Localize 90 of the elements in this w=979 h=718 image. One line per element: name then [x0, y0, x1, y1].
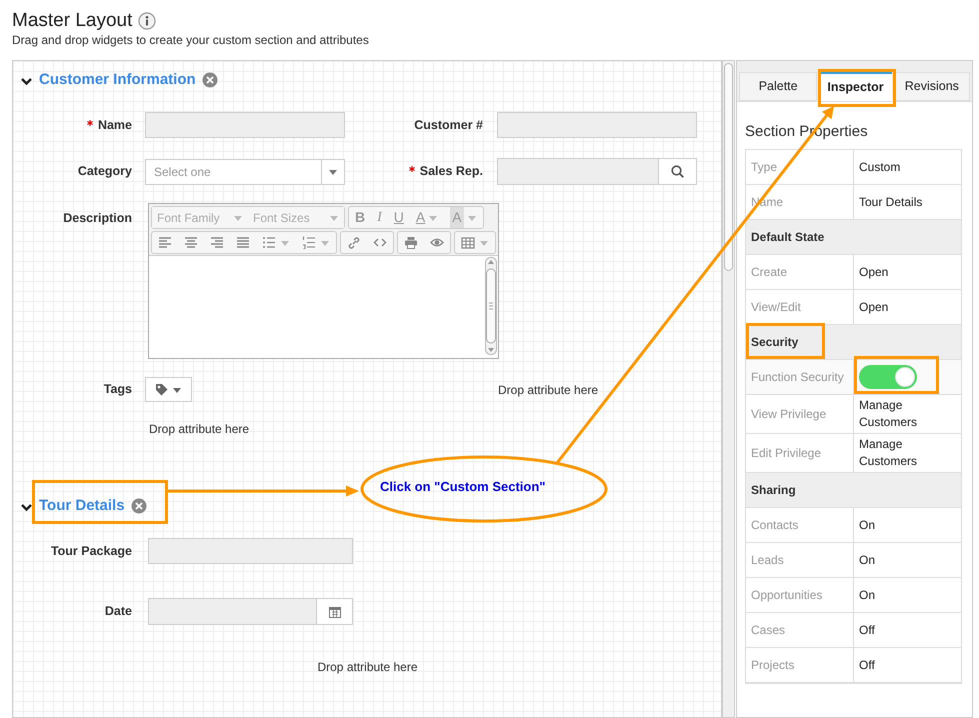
property-value: On [859, 552, 876, 568]
field-label: Category [78, 163, 132, 180]
property-label: Cases [751, 622, 786, 639]
input-field[interactable] [145, 112, 345, 138]
eye-icon [430, 236, 444, 249]
property-value: Custom [859, 158, 900, 176]
field-label: Tour Package [50, 542, 132, 560]
panel-tab[interactable]: Inspector [819, 72, 892, 101]
drop-zone-text: Drop attribute here [498, 382, 598, 398]
section-title[interactable]: Tour Details [39, 494, 125, 518]
align-center-icon [184, 236, 198, 249]
property-label: Create [751, 264, 788, 281]
tag-button[interactable] [145, 377, 192, 402]
callout-text: Click on "Custom Section" [380, 478, 546, 496]
close-icon[interactable] [202, 72, 218, 88]
drop-zone-text: Drop attribute here [317, 659, 418, 676]
align-left-icon [158, 236, 172, 249]
property-label: View Privilege [751, 406, 826, 423]
input-field[interactable] [148, 598, 317, 625]
property-label: Leads [751, 552, 784, 569]
search-icon [671, 165, 684, 178]
caret-icon [479, 238, 489, 246]
select-field[interactable]: Select one [145, 158, 345, 184]
property-label: Opportunities [751, 587, 822, 604]
table-icon [461, 236, 475, 249]
group-header: Default State [751, 229, 824, 246]
field-label: Name [98, 116, 132, 134]
input-field[interactable] [497, 112, 697, 138]
close-icon[interactable] [130, 498, 147, 514]
code-icon [373, 236, 387, 249]
property-value: Tour Details [859, 194, 922, 210]
field-label: Description [63, 210, 132, 227]
property-value: Off [859, 622, 875, 638]
format-button[interactable]: U [388, 207, 410, 228]
section-title[interactable]: Customer Information [39, 68, 196, 92]
property-value: Open [859, 264, 888, 280]
field-label: Sales Rep. [420, 163, 483, 180]
property-value: Open [859, 298, 888, 316]
calendar-button[interactable] [317, 598, 353, 625]
caret-icon [233, 214, 243, 222]
property-value: Manage Customers [859, 436, 918, 470]
toggle-switch[interactable] [859, 365, 917, 389]
input-field[interactable] [148, 538, 353, 564]
group-header: Security [751, 334, 798, 351]
link-icon [347, 236, 361, 249]
calendar-icon [328, 606, 340, 618]
chevron-down-icon[interactable] [20, 75, 33, 88]
caret-icon [329, 214, 339, 222]
property-value: On [859, 586, 876, 604]
print-icon [404, 236, 418, 249]
panel-tab[interactable]: Palette [739, 72, 818, 101]
field-label: Customer # [414, 116, 483, 134]
group-header: Sharing [751, 482, 796, 499]
scroll-thumb[interactable] [724, 63, 733, 271]
page-subtitle: Drag and drop widgets to create your custom section and attributes [12, 33, 370, 47]
property-label: Type [751, 159, 778, 176]
page-title: Master Layout [12, 9, 132, 33]
format-button[interactable]: I [371, 207, 388, 228]
chevron-down-icon[interactable] [20, 501, 33, 514]
align-right-icon [210, 236, 224, 249]
property-label: Projects [751, 657, 794, 674]
property-value: Manage Customers [859, 397, 918, 431]
caret-icon [172, 386, 182, 394]
panel-tab[interactable]: Revisions [894, 72, 970, 101]
field-label: Date [104, 603, 132, 620]
bullet-list-icon [262, 236, 276, 249]
caret-icon [280, 238, 290, 246]
property-value: On [859, 516, 876, 534]
format-button[interactable]: A [410, 207, 444, 228]
property-label: View/Edit [751, 299, 801, 316]
input-field[interactable] [497, 158, 659, 185]
rich-text-editor[interactable]: Font Family Font Sizes B I U A A [148, 203, 499, 359]
caret-icon [466, 214, 477, 222]
property-value: Off [859, 656, 875, 674]
field-label: Tags [104, 381, 132, 398]
property-label: Edit Privilege [751, 445, 822, 462]
justify-icon [236, 236, 250, 249]
format-button[interactable]: B [349, 207, 372, 228]
scrollbar[interactable] [722, 60, 735, 718]
info-icon[interactable] [138, 12, 156, 30]
property-label: Function Security [751, 369, 844, 386]
caret-icon [320, 238, 330, 246]
tag-icon [155, 383, 168, 396]
format-button[interactable]: A [444, 207, 483, 228]
search-button[interactable] [659, 158, 697, 185]
drop-zone-text: Drop attribute here [149, 421, 250, 438]
property-label: Contacts [751, 517, 798, 534]
caret-icon [428, 214, 438, 222]
caret-icon [328, 168, 338, 176]
numbered-list-icon [302, 236, 316, 249]
